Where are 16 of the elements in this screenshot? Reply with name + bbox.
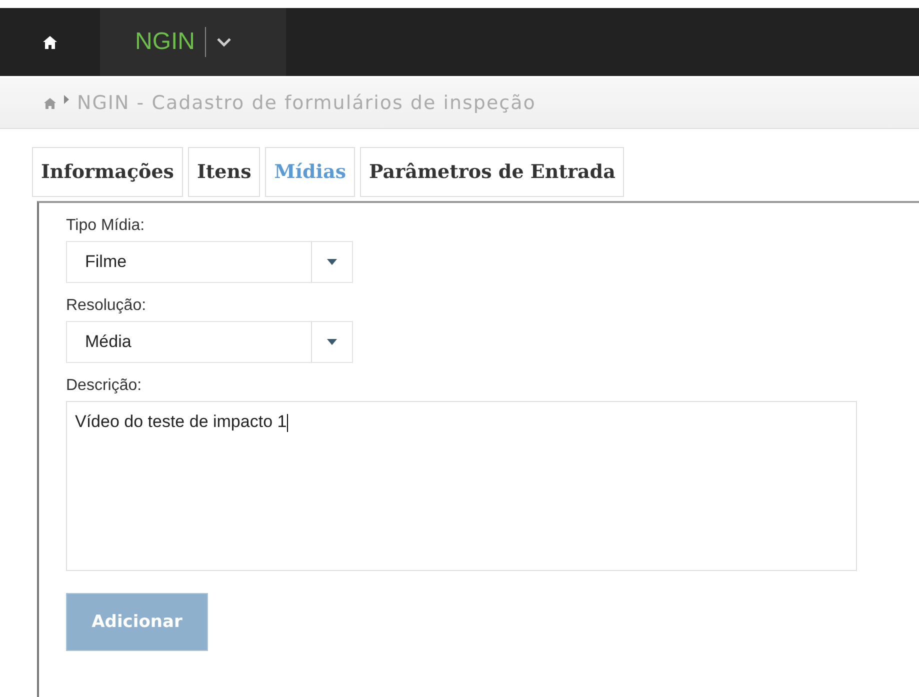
breadcrumb-title: NGIN - Cadastro de formulários de inspeção xyxy=(77,92,536,114)
dropdown-field[interactable]: Média xyxy=(66,321,353,363)
tab[interactable]: Parâmetros de Entrada xyxy=(360,147,624,197)
field-label: Descrição: xyxy=(66,377,142,395)
field-label: Resolução: xyxy=(66,297,146,315)
app-switcher[interactable]: NGIN xyxy=(100,8,286,76)
field-label: Tipo Mídia: xyxy=(66,217,145,235)
tab[interactable]: Informações xyxy=(32,147,183,197)
chevron-down-icon xyxy=(216,37,232,47)
caret-down-icon xyxy=(327,339,337,345)
dropdown-field[interactable]: Filme xyxy=(66,241,353,283)
caret-right-icon xyxy=(64,94,69,104)
description-field[interactable]: Vídeo do teste de impacto 1 xyxy=(66,401,857,571)
tab[interactable]: Itens xyxy=(188,147,260,197)
home-icon[interactable] xyxy=(43,36,57,48)
caret-down-icon xyxy=(327,259,337,265)
